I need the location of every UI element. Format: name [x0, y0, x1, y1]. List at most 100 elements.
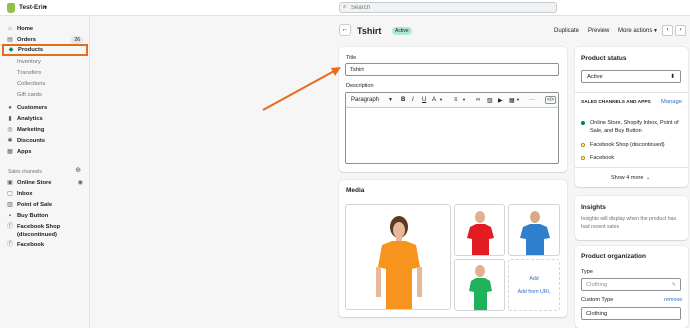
- tag-icon: ◆: [8, 47, 14, 53]
- table-icon[interactable]: ▦: [509, 97, 515, 104]
- bold-icon[interactable]: B: [401, 97, 405, 103]
- sidebar-item-home[interactable]: ⌂ Home: [3, 24, 85, 34]
- back-button[interactable]: ←: [339, 24, 351, 36]
- channel-text: Online Store, Shopify Inbox, Point of Sa…: [590, 120, 679, 134]
- type-input[interactable]: Clothing ✎: [581, 278, 681, 291]
- sidebar-item-customers[interactable]: ● Customers: [3, 103, 85, 113]
- code-view-icon[interactable]: </>: [545, 96, 557, 104]
- add-from-url-link[interactable]: Add from URL: [509, 289, 559, 295]
- sidebar-item-label: Inbox: [17, 191, 33, 197]
- chevron-down-icon: ▼: [653, 28, 658, 34]
- chevron-down-icon: ▼: [439, 97, 443, 102]
- align-icon[interactable]: ≡: [454, 97, 458, 103]
- search-input[interactable]: [351, 4, 551, 12]
- sidebar-item-facebook-shop[interactable]: ⓕ Facebook Shop (discontinued): [3, 222, 85, 240]
- discount-icon: ✱: [7, 138, 13, 144]
- media-image-red[interactable]: [454, 204, 505, 256]
- facebook-icon: ⓕ: [7, 224, 14, 230]
- media-image-blue[interactable]: [508, 204, 560, 256]
- description-editor[interactable]: Paragraph ▼ B I U A ▼ ≡ ▼ ∞ ▨ ▶ ▦ ▼ ··· …: [345, 92, 559, 164]
- paragraph-select[interactable]: Paragraph: [351, 97, 379, 103]
- manage-link[interactable]: Manage: [661, 99, 682, 105]
- product-status-card: [575, 47, 688, 187]
- title-input[interactable]: Tshirt: [345, 63, 559, 76]
- sidebar-item-label: Point of Sale: [17, 202, 53, 208]
- page-title: Tshirt: [357, 26, 382, 36]
- media-image-green[interactable]: [454, 259, 505, 311]
- chevron-down-icon: ▼: [388, 97, 393, 103]
- media-image-main[interactable]: [345, 204, 451, 310]
- search-icon: ⌕: [343, 4, 347, 10]
- sidebar-item-label: Facebook Shop: [17, 224, 61, 230]
- next-product-button[interactable]: ›: [675, 25, 686, 36]
- sidebar-item-label: Customers: [17, 105, 48, 111]
- sidebar-item-analytics[interactable]: ▮ Analytics: [3, 114, 85, 124]
- pos-icon: ▥: [7, 202, 13, 208]
- orders-icon: ▤: [7, 37, 13, 43]
- sidebar-item-discounts[interactable]: ✱ Discounts: [3, 136, 85, 146]
- show-more-button[interactable]: Show 4 more: [611, 175, 643, 181]
- sidebar-item-transfers[interactable]: Transfers: [3, 68, 85, 78]
- add-media-dropzone[interactable]: Add Add from URL: [508, 259, 560, 311]
- video-icon[interactable]: ▶: [498, 97, 503, 104]
- chevron-down-icon[interactable]: ▼: [43, 5, 48, 11]
- sidebar-item-marketing[interactable]: ◎ Marketing: [3, 125, 85, 135]
- sidebar-item-inbox[interactable]: ▢ Inbox: [3, 189, 85, 199]
- sidebar-item-buy-button[interactable]: ▪ Buy Button: [3, 211, 85, 221]
- sidebar-item-label: Transfers: [17, 70, 42, 76]
- status-badge: Active: [392, 27, 412, 35]
- custom-type-input[interactable]: Clothing: [581, 307, 681, 320]
- divider: [575, 167, 688, 168]
- sidebar-item-label: Apps: [17, 149, 32, 155]
- chevron-right-icon: ›: [679, 27, 682, 33]
- sidebar-item-gift-cards[interactable]: Gift cards: [3, 90, 85, 100]
- chevron-down-icon: ▼: [516, 97, 520, 102]
- image-icon[interactable]: ▨: [487, 97, 493, 104]
- previous-product-button[interactable]: ‹: [662, 25, 673, 36]
- chevron-down-icon: ⌄: [646, 175, 651, 181]
- sidebar-item-point-of-sale[interactable]: ▥ Point of Sale: [3, 200, 85, 210]
- target-icon: ◎: [7, 127, 13, 133]
- insights-text: Insights will display when the product h…: [581, 216, 677, 230]
- type-label: Type: [581, 269, 593, 275]
- organization-title: Product organization: [581, 253, 646, 260]
- add-channel-icon[interactable]: ⊕: [75, 166, 81, 174]
- sidebar-item-online-store[interactable]: ▣ Online Store ◉: [3, 178, 85, 188]
- sidebar-item-apps[interactable]: ▦ Apps: [3, 147, 85, 157]
- status-select[interactable]: Active ⬍: [581, 70, 681, 83]
- media-title: Media: [346, 187, 365, 194]
- channel-facebook: Facebook: [581, 154, 681, 162]
- sidebar-item-facebook[interactable]: ⓕ Facebook: [3, 240, 85, 250]
- inactive-dot-icon: [581, 143, 585, 147]
- home-icon: ⌂: [8, 26, 12, 32]
- duplicate-button[interactable]: Duplicate: [554, 28, 579, 34]
- eye-icon[interactable]: ◉: [78, 179, 83, 186]
- green-tshirt-image: [469, 265, 492, 310]
- italic-icon[interactable]: I: [412, 97, 414, 103]
- red-tshirt-image: [467, 211, 494, 255]
- preview-button[interactable]: Preview: [588, 28, 609, 34]
- link-icon[interactable]: ∞: [476, 97, 480, 103]
- buy-icon: ▪: [8, 213, 12, 219]
- sidebar-item-collections[interactable]: Collections: [3, 79, 85, 89]
- add-media-button[interactable]: Add: [509, 276, 559, 282]
- more-actions-button[interactable]: More actions: [618, 28, 652, 34]
- sales-channels-apps-heading: SALES CHANNELS AND APPS: [581, 100, 651, 105]
- insights-title: Insights: [581, 204, 606, 211]
- sidebar-item-products[interactable]: ◆ Products: [2, 44, 88, 56]
- sales-channels-heading: Sales channels: [8, 169, 42, 175]
- text-color-icon[interactable]: A: [432, 97, 436, 103]
- sidebar-item-sublabel: (discontinued): [17, 232, 57, 238]
- page-header: ← Tshirt Active Duplicate Preview More a…: [339, 24, 689, 38]
- search-bar[interactable]: ⌕: [339, 2, 557, 13]
- inbox-icon: ▢: [7, 191, 13, 197]
- more-icon[interactable]: ···: [529, 97, 535, 103]
- sidebar-item-label: Discounts: [17, 138, 46, 144]
- type-placeholder: Clothing: [586, 282, 608, 288]
- sidebar-item-label: Analytics: [17, 116, 43, 122]
- underline-icon[interactable]: U: [422, 97, 426, 103]
- sidebar-item-inventory[interactable]: Inventory: [3, 57, 85, 67]
- sidebar: ⌂ Home ▤ Orders 26 ◆ Products Inventory …: [0, 16, 90, 328]
- remove-link[interactable]: remove: [664, 297, 682, 303]
- status-select-value: Active: [587, 74, 603, 80]
